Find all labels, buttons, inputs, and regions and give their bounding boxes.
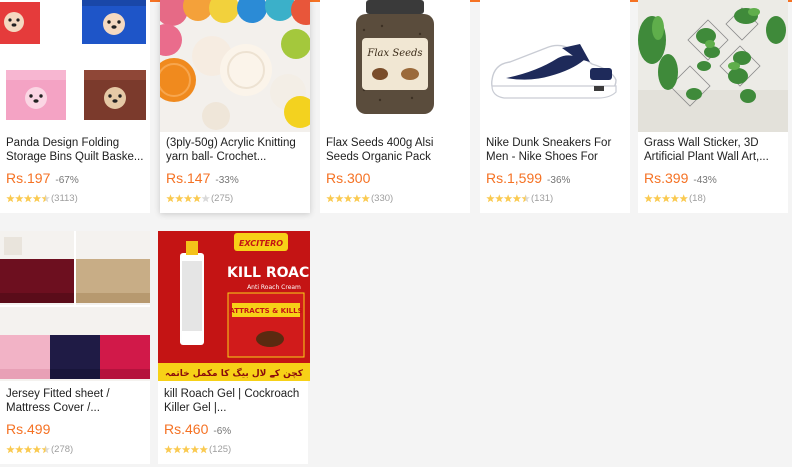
price-row: Rs.197 -67% <box>6 169 79 187</box>
product-price: Rs.499 <box>6 421 51 437</box>
flax-seeds-jar-image: Flax Seeds <box>320 0 470 150</box>
product-price: Rs.399 <box>644 170 689 186</box>
star-rating-icon <box>6 194 50 203</box>
storage-bins-image <box>0 0 150 150</box>
product-price: Rs.1,599 <box>486 170 543 186</box>
review-count: (3113) <box>51 193 78 204</box>
price-row: Rs.399 -43% <box>644 169 717 187</box>
star-rating-icon <box>644 194 688 203</box>
urdu-banner-text: کچن کے لال بیگ کا مکمل خاتمہ <box>165 367 304 379</box>
discount-badge: -67% <box>55 175 79 186</box>
box-banner-text: ATTRACTS & KILLS <box>229 307 302 315</box>
star-rating-icon <box>164 445 208 454</box>
price-row: Rs.300 <box>326 169 375 187</box>
product-title[interactable]: kill Roach Gel | Cockroach Killer Gel |.… <box>164 387 304 415</box>
rating-row: (125) <box>164 444 231 455</box>
product-price: Rs.197 <box>6 170 51 186</box>
sneaker-image <box>480 0 630 150</box>
product-title[interactable]: Panda Design Folding Storage Bins Quilt … <box>6 136 146 164</box>
review-count: (275) <box>211 193 234 204</box>
price-row: Rs.499 <box>6 420 55 438</box>
star-rating-icon <box>166 194 210 203</box>
rating-row: (18) <box>644 193 706 204</box>
product-subtitle-text: Anti Roach Cream <box>247 284 301 291</box>
discount-badge: -6% <box>213 426 232 437</box>
product-card[interactable]: Jersey Fitted sheet / Mattress Cover /..… <box>0 231 150 464</box>
yarn-balls-image <box>160 0 310 150</box>
star-rating-icon <box>326 194 370 203</box>
price-row: Rs.460 -6% <box>164 420 231 438</box>
product-card[interactable]: Grass Wall Sticker, 3D Artificial Plant … <box>638 0 788 213</box>
product-price: Rs.300 <box>326 170 371 186</box>
product-name-text: KILL ROACH <box>227 265 310 281</box>
brand-text: EXCITERO <box>239 239 283 248</box>
review-count: (278) <box>51 444 74 455</box>
fitted-sheets-image <box>0 231 150 381</box>
rating-row: (131) <box>486 193 553 204</box>
price-row: Rs.147 -33% <box>166 169 239 187</box>
star-rating-icon <box>486 194 530 203</box>
rating-row: (278) <box>6 444 73 455</box>
product-card[interactable]: Nike Dunk Sneakers For Men - Nike Shoes … <box>480 0 630 213</box>
price-row: Rs.1,599 -36% <box>486 169 570 187</box>
product-card[interactable]: Flax Seeds Flax Seeds 400g Alsi Seeds Or… <box>320 0 470 213</box>
rating-row: (275) <box>166 193 233 204</box>
jar-label-text: Flax Seeds <box>366 48 422 59</box>
star-rating-icon <box>6 445 50 454</box>
product-title[interactable]: Nike Dunk Sneakers For Men - Nike Shoes … <box>486 136 626 164</box>
product-title[interactable]: Grass Wall Sticker, 3D Artificial Plant … <box>644 136 784 164</box>
product-card[interactable]: Panda Design Folding Storage Bins Quilt … <box>0 0 150 213</box>
discount-badge: -43% <box>693 175 717 186</box>
product-title[interactable]: Jersey Fitted sheet / Mattress Cover /..… <box>6 387 146 415</box>
rating-row: (3113) <box>6 193 78 204</box>
kill-roach-image: EXCITERO KILL ROACH Anti Roach Cream ATT… <box>158 231 310 381</box>
plant-wall-image <box>638 0 788 150</box>
rating-row: (330) <box>326 193 393 204</box>
product-price: Rs.147 <box>166 170 211 186</box>
product-title[interactable]: (3ply-50g) Acrylic Knitting yarn ball- C… <box>166 136 306 164</box>
product-card[interactable]: EXCITERO KILL ROACH Anti Roach Cream ATT… <box>158 231 310 464</box>
discount-badge: -36% <box>547 175 571 186</box>
review-count: (131) <box>531 193 554 204</box>
product-grid: Panda Design Folding Storage Bins Quilt … <box>0 0 792 467</box>
discount-badge: -33% <box>215 175 239 186</box>
review-count: (18) <box>689 193 706 204</box>
product-title[interactable]: Flax Seeds 400g Alsi Seeds Organic Pack <box>326 136 466 164</box>
review-count: (125) <box>209 444 232 455</box>
product-price: Rs.460 <box>164 421 209 437</box>
review-count: (330) <box>371 193 394 204</box>
product-card[interactable]: (3ply-50g) Acrylic Knitting yarn ball- C… <box>160 0 310 213</box>
